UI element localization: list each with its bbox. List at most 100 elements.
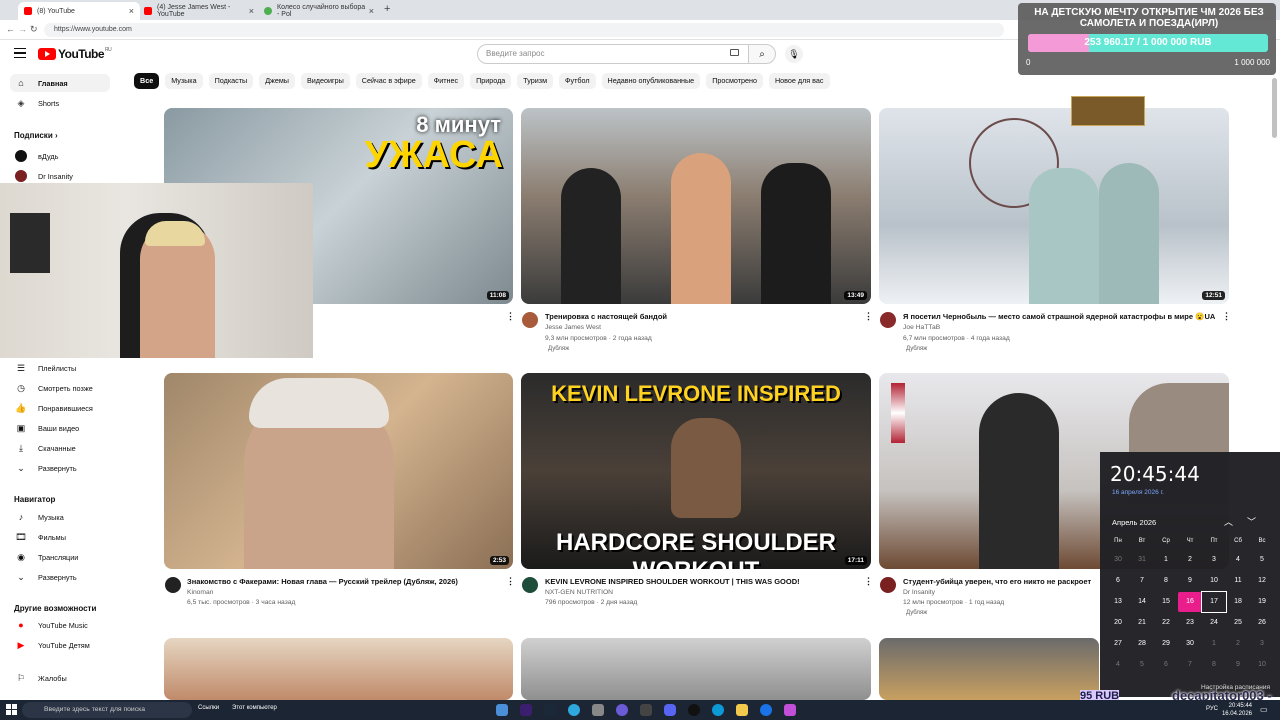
sidebar-item-liked[interactable]: 👍 Понравившиеся [10,399,110,417]
close-tab-icon[interactable]: × [249,6,254,16]
calendar-day[interactable]: 12 [1250,571,1274,591]
calendar-day[interactable]: 23 [1178,613,1202,633]
calendar-day[interactable]: 10 [1250,655,1274,675]
tab-youtube[interactable]: (8) YouTube × [18,2,140,20]
calendar-day[interactable]: 10 [1202,571,1226,591]
chip[interactable]: Природа [470,73,512,89]
clock-date[interactable]: 16 апреля 2026 г. [1112,489,1164,496]
sidebar-item-yt-kids[interactable]: ▶ YouTube Детям [10,636,110,654]
calendar-day[interactable]: 11 [1226,571,1250,591]
chip[interactable]: Фитнес [427,73,465,89]
channel-avatar[interactable] [880,577,896,593]
calendar-day[interactable]: 9 [1226,655,1250,675]
chip[interactable]: Сейчас в эфире [355,73,422,89]
calendar-day[interactable]: 2 [1178,550,1202,570]
video-title[interactable]: Студент-убийца уверен, что его никто не … [903,577,1091,586]
video-thumbnail[interactable]: 2:53 [164,373,513,569]
calendar-day[interactable]: 19 [1250,592,1274,612]
sidebar-item-shorts[interactable]: ◈ Shorts [10,94,110,112]
steam-icon[interactable] [544,704,556,716]
calendar-month[interactable]: Апрель 2026 [1112,518,1156,527]
channel-name[interactable]: Joe НаТТаВ [903,324,940,331]
channel-name[interactable]: Kinoman [187,589,213,596]
video-title[interactable]: Тренировка с настоящей бандой [545,312,667,321]
calendar-day[interactable]: 28 [1130,634,1154,654]
app-icon[interactable] [784,704,796,716]
chip[interactable]: Джемы [259,73,295,89]
sidebar-item-playlists[interactable]: ☰ Плейлисты [10,359,110,377]
sidebar-item-movies[interactable]: 🎞 Фильмы [10,528,110,546]
links-toolbar[interactable]: Ссылки [198,705,219,711]
sidebar-item-music[interactable]: ♪ Музыка [10,508,110,526]
calendar-day[interactable]: 29 [1154,634,1178,654]
sidebar-item-downloads[interactable]: ⤓ Скачанные [10,439,110,457]
video-thumbnail[interactable]: 13:49 [521,108,871,304]
more-options-icon[interactable]: ⋮ [864,311,873,322]
channel-avatar[interactable] [880,312,896,328]
obs-icon[interactable] [688,704,700,716]
menu-icon[interactable] [14,48,26,58]
video-thumbnail[interactable] [879,638,1099,700]
taskbar-search-input[interactable]: Введите здесь текст для поиска [22,702,192,718]
calendar-day[interactable]: 4 [1106,655,1130,675]
back-icon[interactable]: ← [6,24,15,34]
calendar-day[interactable]: 4 [1226,550,1250,570]
calendar-day[interactable]: 21 [1130,613,1154,633]
video-title[interactable]: KEVIN LEVRONE INSPIRED SHOULDER WORKOUT … [545,577,800,586]
video-thumbnail[interactable]: 12:51 [879,108,1229,304]
calendar-day[interactable]: 14 [1130,592,1154,612]
sidebar-item-live[interactable]: ◉ Трансляции [10,548,110,566]
settings-icon[interactable] [592,704,604,716]
more-options-icon[interactable]: ⋮ [1222,311,1231,322]
calendar-day[interactable]: 17 [1201,591,1227,613]
calendar-day[interactable]: 15 [1154,592,1178,612]
url-field[interactable]: https://www.youtube.com [44,23,1004,37]
this-pc-link[interactable]: Этот компьютер [232,705,277,711]
chip[interactable]: Туризм [517,73,554,89]
calendar-day[interactable]: 31 [1130,550,1154,570]
calendar-day[interactable]: 16 [1178,592,1202,612]
reload-icon[interactable]: ↻ [30,24,38,35]
close-tab-icon[interactable]: × [129,6,134,16]
calendar-day[interactable]: 20 [1106,613,1130,633]
calendar-day[interactable]: 8 [1154,571,1178,591]
calendar-day[interactable]: 5 [1250,550,1274,570]
folder-icon[interactable] [736,704,748,716]
subscriptions-heading[interactable]: Подписки › [14,131,58,140]
tab-wheel[interactable]: Колесо случайного выбора - Pol × [258,2,380,20]
sidebar-item-yt-music[interactable]: ● YouTube Music [10,616,110,634]
search-button[interactable]: ⌕ [748,44,776,64]
discord-icon[interactable] [664,704,676,716]
close-tab-icon[interactable]: × [369,6,374,16]
channel-avatar[interactable] [165,577,181,593]
calendar-day[interactable]: 6 [1154,655,1178,675]
sidebar-item-watch-later[interactable]: ◷ Смотреть позже [10,379,110,397]
notification-icon[interactable]: ▭ [1260,705,1268,714]
sidebar-item-your-videos[interactable]: ▣ Ваши видео [10,419,110,437]
chip[interactable]: Просмотрено [706,73,763,89]
calendar-day[interactable]: 24 [1202,613,1226,633]
calendar-day[interactable]: 18 [1226,592,1250,612]
video-thumbnail[interactable] [164,638,513,700]
chevron-down-icon[interactable]: ﹀ [1247,517,1270,527]
calendar-day[interactable]: 26 [1250,613,1274,633]
new-tab-button[interactable]: + [384,3,390,15]
chip-all[interactable]: Все [134,73,160,89]
keyboard-icon[interactable] [730,49,739,56]
language-indicator[interactable]: РУС [1206,706,1218,712]
sidebar-item-expand-nav[interactable]: ⌄ Развернуть [10,568,110,586]
calendar-day[interactable]: 5 [1130,655,1154,675]
voice-search-button[interactable]: 🎙 [785,45,803,63]
chip[interactable]: Музыка [165,73,203,89]
more-options-icon[interactable]: ⋮ [506,311,515,322]
premiere-icon[interactable] [520,704,532,716]
chip[interactable]: Видеоигры [300,73,350,89]
calendar-day[interactable]: 3 [1250,634,1274,654]
vpn-icon[interactable] [616,704,628,716]
video-title[interactable]: Знакомство с Факерами: Новая глава — Рус… [187,577,458,586]
windows-start-icon[interactable] [6,704,17,715]
calendar-day[interactable]: 8 [1202,655,1226,675]
channel-name[interactable]: Dr Insanity [903,589,935,596]
calendar-day[interactable]: 9 [1178,571,1202,591]
chip[interactable]: Футбол [559,73,596,89]
